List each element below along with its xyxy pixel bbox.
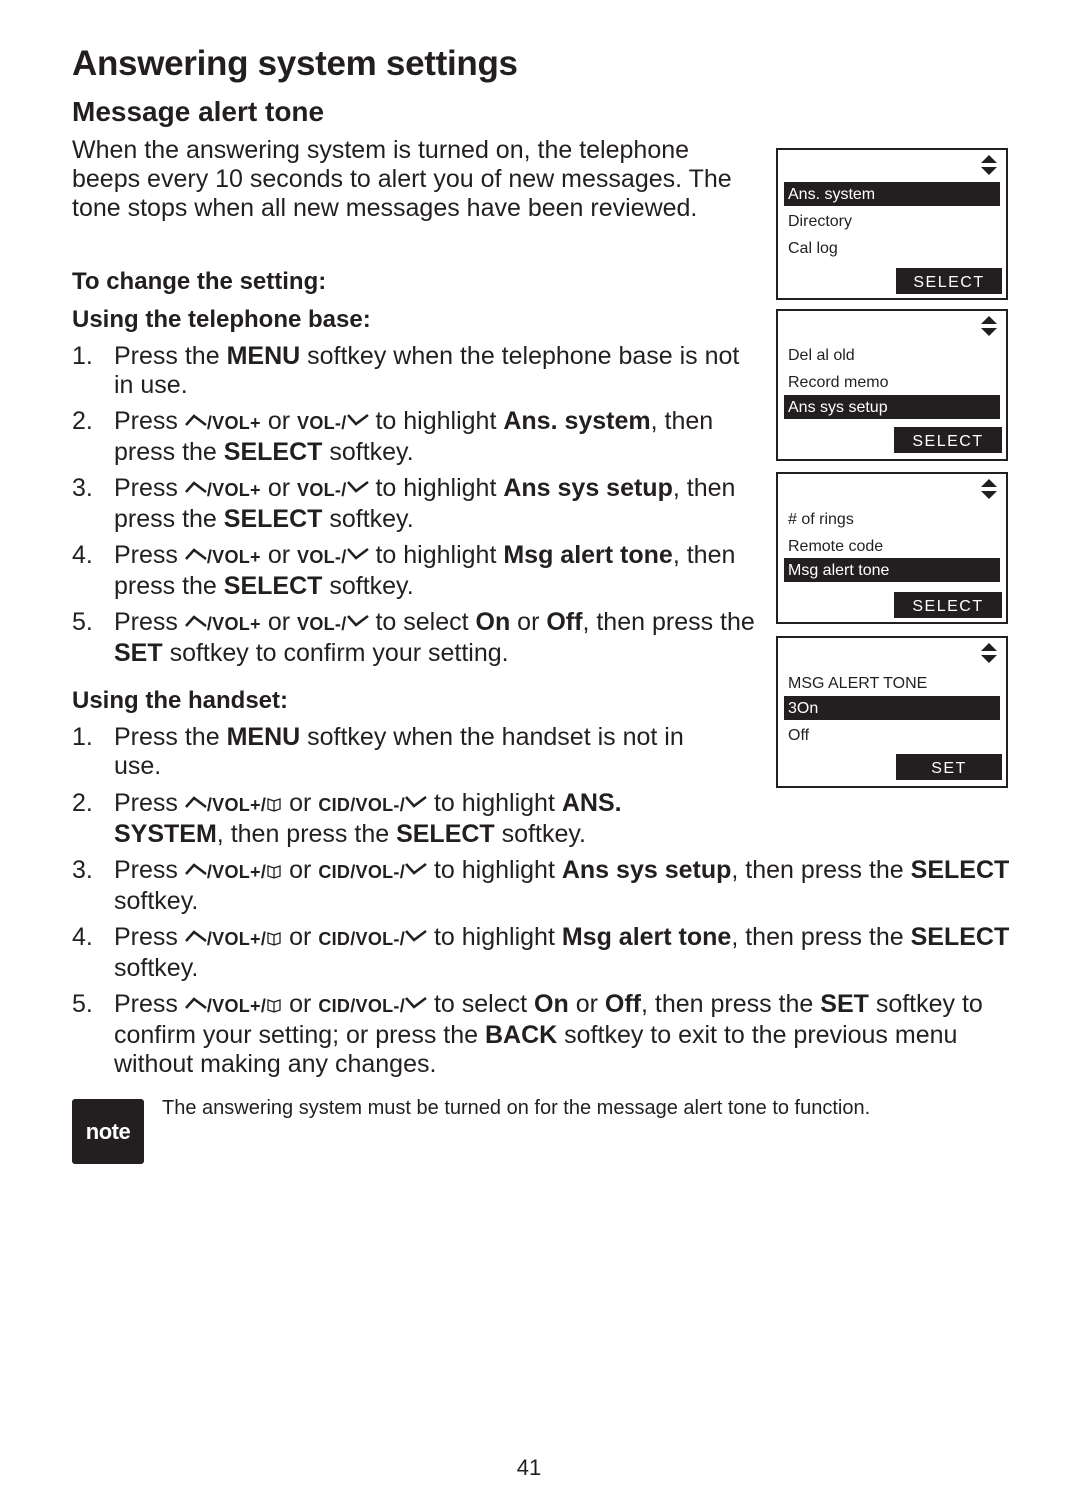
intro-paragraph: When the answering system is turned on, … [72, 136, 732, 222]
menu-row: Directory [788, 213, 853, 230]
directory-book-icon [267, 999, 281, 1013]
scroll-updown-icon [981, 155, 997, 175]
base-step-4: 4. Press /VOL+ or VOL-/ to highlight Msg… [72, 541, 736, 600]
base-step-1: 1. Press the MENU softkey when the telep… [72, 342, 740, 399]
down-arrow-icon [405, 863, 427, 875]
menu-row: Record memo [788, 374, 889, 391]
handset-steps-a: 1. Press the MENU softkey when the hands… [72, 723, 712, 788]
directory-book-icon [267, 865, 281, 879]
down-arrow-icon [346, 481, 369, 493]
down-arrow-icon [346, 414, 369, 426]
option-off: Off [788, 727, 810, 744]
page-number: 41 [516, 1455, 542, 1480]
scroll-updown-icon [981, 643, 997, 663]
up-arrow-icon [184, 414, 207, 426]
down-arrow-icon [405, 796, 427, 808]
note-badge: note [72, 1099, 144, 1164]
handset-step-1: 1. Press the MENU softkey when the hands… [72, 723, 684, 780]
menu-row: Del al old [788, 347, 855, 364]
menu-row: Remote code [788, 538, 884, 555]
base-step-3: 3. Press /VOL+ or VOL-/ to highlight Ans… [72, 474, 736, 533]
handset-step-2: 2. Press /VOL+/ or CID/VOL-/ to highligh… [72, 789, 622, 848]
menu-row-highlighted: Msg alert tone [784, 558, 1000, 582]
note-text: The answering system must be turned on f… [162, 1097, 871, 1119]
directory-book-icon [267, 798, 281, 812]
down-arrow-icon [405, 930, 427, 942]
base-step-5: 5. Press /VOL+ or VOL-/ to select On or … [72, 608, 755, 667]
base-step-2: 2. Press /VOL+ or VOL-/ to highlight Ans… [72, 407, 714, 466]
lcd-screen-main-menu: Ans. system Directory Cal log SELECT [776, 148, 1008, 300]
option-on-highlighted: 3On [784, 696, 1000, 720]
menu-row-highlighted: Ans sys setup [784, 395, 1000, 419]
down-arrow-icon [346, 548, 369, 560]
up-arrow-icon [184, 615, 207, 627]
up-arrow-icon [184, 863, 207, 875]
down-arrow-icon [346, 615, 369, 627]
page-title: Answering system settings [72, 44, 518, 83]
lcd-screen-alert-tone: MSG ALERT TONE 3On Off SET [776, 636, 1008, 788]
menu-row-highlighted: Ans. system [784, 182, 1000, 206]
base-heading: Using the telephone base: [72, 306, 371, 333]
lcd-screen-setup-menu: # of rings Remote code Msg alert tone SE… [776, 472, 1008, 624]
section-title: Message alert tone [72, 96, 325, 127]
scroll-updown-icon [981, 316, 997, 336]
change-heading: To change the setting: [72, 268, 327, 295]
select-softkey: SELECT [896, 268, 1002, 294]
select-softkey: SELECT [894, 427, 1002, 453]
base-steps: 1. Press the MENU softkey when the telep… [72, 342, 762, 675]
handset-step-4: 4. Press /VOL+/ or CID/VOL-/ to highligh… [72, 923, 1010, 982]
up-arrow-icon [184, 930, 207, 942]
menu-row: Cal log [788, 240, 838, 257]
menu-row: # of rings [788, 511, 854, 528]
screen-title: MSG ALERT TONE [788, 675, 928, 692]
handset-step-5: 5. Press /VOL+/ or CID/VOL-/ to select O… [72, 990, 983, 1078]
up-arrow-icon [184, 548, 207, 560]
lcd-screen-ans-menu: Del al old Record memo Ans sys setup SEL… [776, 309, 1008, 461]
up-arrow-icon [184, 481, 207, 493]
handset-steps-b: 2. Press /VOL+/ or CID/VOL-/ to highligh… [72, 789, 1012, 1086]
select-softkey: SELECT [894, 592, 1002, 618]
down-arrow-icon [405, 997, 427, 1009]
set-softkey: SET [896, 754, 1002, 780]
up-arrow-icon [184, 796, 207, 808]
scroll-updown-icon [981, 479, 997, 499]
directory-book-icon [267, 932, 281, 946]
handset-step-3: 3. Press /VOL+/ or CID/VOL-/ to highligh… [72, 856, 1010, 915]
up-arrow-icon [184, 997, 207, 1009]
handset-heading: Using the handset: [72, 687, 289, 714]
